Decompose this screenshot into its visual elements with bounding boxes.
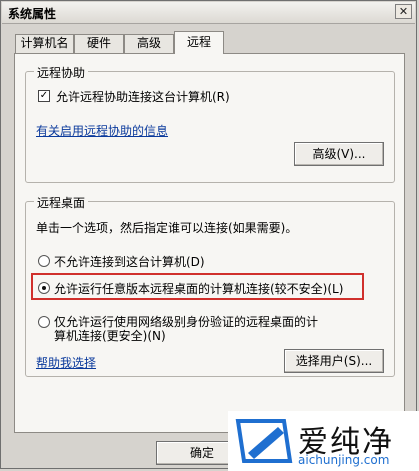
select-users-button[interactable]: 选择用户(S)... (284, 349, 384, 373)
remote-desktop-group: 远程桌面 单击一个选项，然后指定谁可以连接(如果需要)。 不允许连接到这台计算机… (25, 194, 395, 377)
tab-strip: 计算机名 硬件 高级 远程 (15, 31, 315, 54)
remote-assistance-group-label: 远程协助 (34, 64, 89, 81)
tab-advanced[interactable]: 高级 (124, 34, 174, 53)
help-me-choose-link[interactable]: 帮助我选择 (36, 354, 96, 371)
allow-remote-assistance-checkbox[interactable]: ✓ (38, 90, 50, 102)
close-button[interactable]: ✕ (395, 4, 412, 19)
advanced-button[interactable]: 高级(V)... (294, 142, 384, 166)
radio-deny-connections-label[interactable]: 不允许连接到这台计算机(D) (54, 253, 205, 270)
remote-tab-panel: 远程协助 ✓ 允许远程协助连接这台计算机(R) 有关启用远程协助的信息 高级(V… (14, 53, 405, 433)
tab-computer-name[interactable]: 计算机名 (15, 34, 74, 53)
tab-remote[interactable]: 远程 (174, 31, 224, 54)
remote-desktop-group-label: 远程桌面 (34, 194, 89, 211)
system-properties-window: 系统属性 ✕ 计算机名 硬件 高级 远程 远程协助 ✓ 允许远程协助连接这台计算… (0, 0, 417, 469)
radio-allow-nla-only[interactable] (38, 316, 50, 328)
title-bar[interactable]: 系统属性 ✕ (2, 2, 415, 24)
radio-deny-connections[interactable] (38, 255, 50, 267)
remote-desktop-instruction: 单击一个选项，然后指定谁可以连接(如果需要)。 (36, 221, 298, 235)
watermark-logo: 爱纯净 aichunjing.com (228, 411, 419, 471)
checkmark-icon: ✓ (39, 90, 49, 101)
tab-hardware[interactable]: 硬件 (74, 34, 124, 53)
radio-allow-any-version-label[interactable]: 允许运行任意版本远程桌面的计算机连接(较不安全)(L) (54, 280, 343, 297)
allow-remote-assistance-label[interactable]: 允许远程协助连接这台计算机(R) (56, 88, 230, 105)
radio-allow-nla-only-label-line2[interactable]: 算机连接(更安全)(N) (54, 327, 166, 344)
watermark-emblem-icon (235, 419, 293, 463)
window-title: 系统属性 (8, 7, 57, 21)
watermark-sub-text: aichunjing.com (298, 453, 390, 467)
remote-assistance-info-link[interactable]: 有关启用远程协助的信息 (36, 122, 168, 139)
radio-allow-any-version[interactable] (38, 282, 50, 294)
remote-assistance-group: 远程协助 ✓ 允许远程协助连接这台计算机(R) 有关启用远程协助的信息 高级(V… (25, 64, 395, 183)
